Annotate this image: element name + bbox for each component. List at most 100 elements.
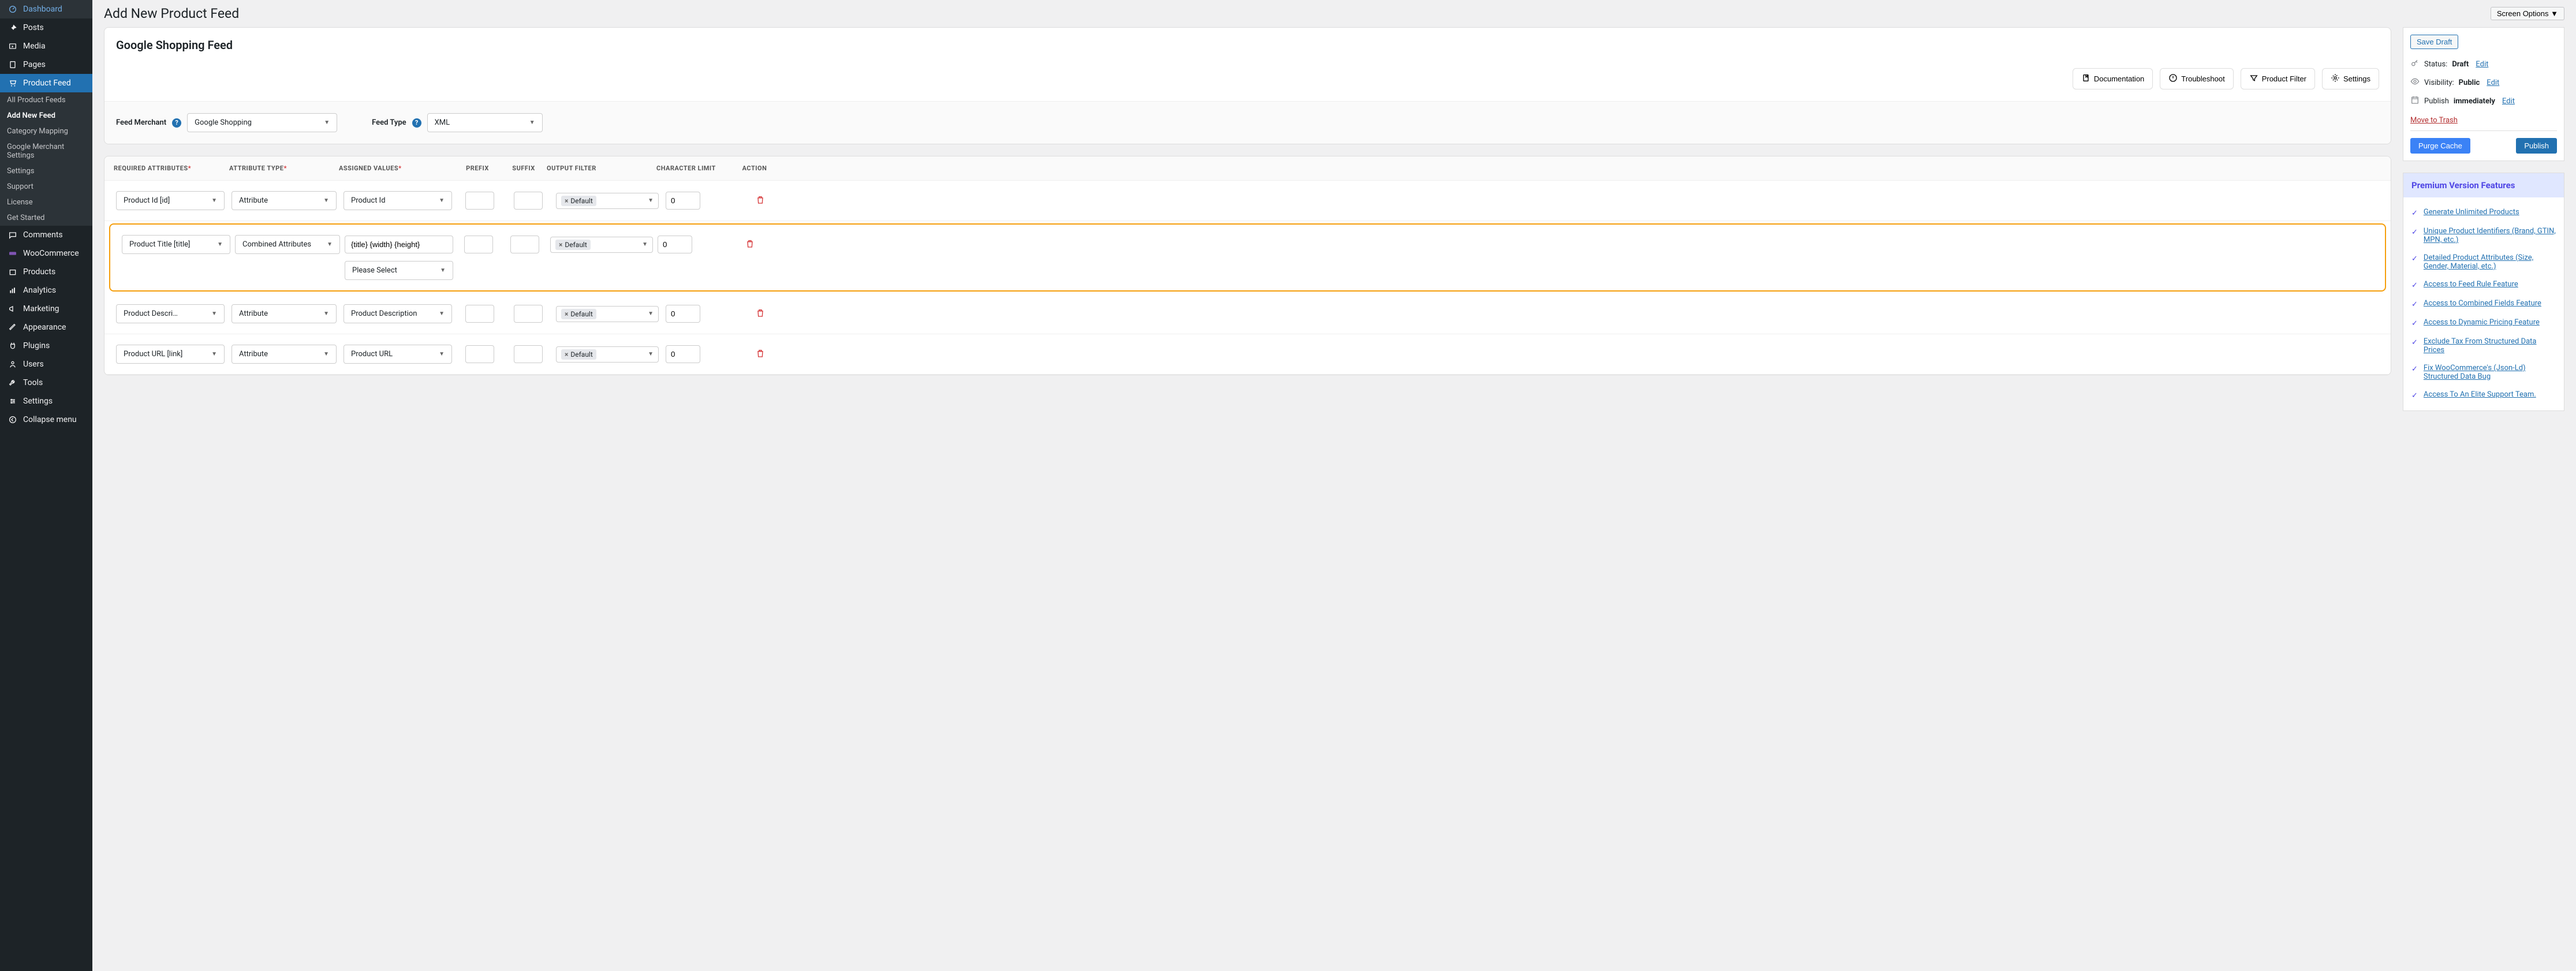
attr-type-select[interactable]: Combined Attributes▼ (235, 235, 340, 254)
suffix-input[interactable] (514, 345, 543, 363)
suffix-input[interactable] (514, 192, 543, 210)
output-filter-select[interactable]: ×Default▼ (556, 193, 659, 209)
required-attr-select[interactable]: Product Title [title]▼ (122, 235, 230, 254)
suffix-input[interactable] (510, 236, 539, 253)
sliders-icon (7, 397, 18, 406)
table-row-highlighted: Product Title [title]▼ Combined Attribut… (109, 223, 2386, 292)
premium-link[interactable]: Unique Product Identifiers (Brand, GTIN,… (2424, 227, 2556, 244)
chevron-down-icon: ▼ (323, 197, 329, 204)
output-filter-select[interactable]: ×Default▼ (556, 346, 659, 363)
required-attr-select[interactable]: Product Description [description]▼ (116, 304, 225, 323)
sidebar-item-users[interactable]: Users (0, 355, 92, 374)
assigned-value-input[interactable] (345, 236, 453, 253)
required-attr-select[interactable]: Product Id [id]▼ (116, 191, 225, 210)
sub-support[interactable]: Support (0, 179, 92, 195)
sub-license[interactable]: License (0, 195, 92, 210)
sidebar-item-plugins[interactable]: Plugins (0, 337, 92, 355)
sidebar-item-settings[interactable]: Settings (0, 392, 92, 410)
premium-item: ✓Exclude Tax From Structured Data Prices (2411, 333, 2556, 359)
delete-row-button[interactable] (756, 195, 765, 207)
sidebar-item-pages[interactable]: Pages (0, 55, 92, 74)
delete-row-button[interactable] (756, 349, 765, 360)
suffix-input[interactable] (514, 305, 543, 323)
publish-box: Save Draft Status: Draft Edit Visibility… (2403, 27, 2564, 161)
sub-add-new[interactable]: Add New Feed (0, 108, 92, 124)
sidebar-label: Media (23, 42, 46, 51)
plug-icon (7, 341, 18, 350)
sidebar-item-comments[interactable]: Comments (0, 226, 92, 244)
edit-status-link[interactable]: Edit (2476, 60, 2488, 69)
sidebar-item-appearance[interactable]: Appearance (0, 318, 92, 337)
required-attr-select[interactable]: Product URL [link]▼ (116, 345, 225, 364)
char-limit-input[interactable] (666, 192, 700, 210)
type-select[interactable]: XML ▼ (427, 113, 543, 132)
premium-link[interactable]: Access To An Elite Support Team. (2424, 390, 2536, 399)
chevron-down-icon: ▼ (648, 197, 654, 204)
output-filter-select[interactable]: ×Default▼ (550, 237, 653, 253)
chevron-down-icon: ▼ (217, 241, 223, 248)
assigned-value-select[interactable]: Product Id▼ (344, 191, 452, 210)
please-select-dropdown[interactable]: Please Select▼ (345, 261, 453, 280)
sidebar-item-posts[interactable]: Posts (0, 18, 92, 37)
sidebar-item-products[interactable]: Products (0, 263, 92, 281)
prefix-input[interactable] (465, 305, 494, 323)
purge-cache-button[interactable]: Purge Cache (2410, 138, 2470, 154)
chart-icon (7, 286, 18, 295)
documentation-button[interactable]: Documentation (2073, 68, 2153, 89)
attribute-table: REQUIRED ATTRIBUTES* ATTRIBUTE TYPE* ASS… (104, 156, 2391, 375)
edit-publish-link[interactable]: Edit (2502, 97, 2515, 106)
remove-tag-icon[interactable]: × (565, 197, 568, 205)
premium-link[interactable]: Access to Dynamic Pricing Feature (2424, 318, 2540, 327)
sub-all-feeds[interactable]: All Product Feeds (0, 92, 92, 108)
sub-google-merchant[interactable]: Google Merchant Settings (0, 139, 92, 163)
settings-button[interactable]: Settings (2322, 68, 2379, 89)
chevron-down-icon: ▼ (648, 311, 654, 317)
premium-link[interactable]: Access to Combined Fields Feature (2424, 299, 2541, 308)
sub-settings[interactable]: Settings (0, 163, 92, 179)
remove-tag-icon[interactable]: × (559, 241, 562, 249)
prefix-input[interactable] (465, 345, 494, 363)
sidebar-item-dashboard[interactable]: Dashboard (0, 0, 92, 18)
assigned-value-select[interactable]: Product URL▼ (344, 345, 452, 364)
check-icon: ✓ (2411, 281, 2418, 290)
sidebar-item-marketing[interactable]: Marketing (0, 300, 92, 318)
screen-options-button[interactable]: Screen Options ▼ (2491, 7, 2564, 20)
attr-type-select[interactable]: Attribute▼ (232, 191, 337, 210)
sidebar-item-product-feed[interactable]: Product Feed (0, 74, 92, 92)
char-limit-input[interactable] (666, 305, 700, 323)
sidebar-item-analytics[interactable]: Analytics (0, 281, 92, 300)
sidebar-item-woocommerce[interactable]: WooCommerce (0, 244, 92, 263)
edit-visibility-link[interactable]: Edit (2487, 79, 2499, 87)
prefix-input[interactable] (465, 192, 494, 210)
delete-row-button[interactable] (745, 239, 755, 251)
premium-link[interactable]: Fix WooCommerce's (Json-Ld) Structured D… (2424, 364, 2556, 381)
remove-tag-icon[interactable]: × (565, 310, 568, 318)
premium-link[interactable]: Exclude Tax From Structured Data Prices (2424, 337, 2556, 354)
char-limit-input[interactable] (658, 236, 692, 253)
save-draft-button[interactable]: Save Draft (2410, 35, 2458, 49)
assigned-value-select[interactable]: Product Description▼ (344, 304, 452, 323)
troubleshoot-button[interactable]: Troubleshoot (2160, 68, 2233, 89)
char-limit-input[interactable] (666, 345, 700, 363)
attr-type-select[interactable]: Attribute▼ (232, 345, 337, 364)
delete-row-button[interactable] (756, 308, 765, 320)
premium-link[interactable]: Generate Unlimited Products (2424, 208, 2519, 216)
sub-get-started[interactable]: Get Started (0, 210, 92, 226)
merchant-select[interactable]: Google Shopping ▼ (187, 113, 337, 132)
move-to-trash-link[interactable]: Move to Trash (2410, 116, 2458, 125)
premium-link[interactable]: Detailed Product Attributes (Size, Gende… (2424, 253, 2556, 271)
output-filter-select[interactable]: ×Default▼ (556, 306, 659, 322)
product-filter-button[interactable]: Product Filter (2241, 68, 2315, 89)
remove-tag-icon[interactable]: × (565, 350, 568, 358)
premium-link[interactable]: Access to Feed Rule Feature (2424, 280, 2518, 289)
sidebar-item-tools[interactable]: Tools (0, 374, 92, 392)
sidebar-item-media[interactable]: Media (0, 37, 92, 55)
sidebar-label: Tools (23, 378, 43, 387)
sidebar-item-collapse[interactable]: Collapse menu (0, 410, 92, 429)
attr-type-select[interactable]: Attribute▼ (232, 304, 337, 323)
publish-button[interactable]: Publish (2516, 138, 2557, 154)
help-icon[interactable]: ? (412, 118, 421, 128)
sub-category-mapping[interactable]: Category Mapping (0, 124, 92, 139)
prefix-input[interactable] (464, 236, 493, 253)
help-icon[interactable]: ? (172, 118, 181, 128)
